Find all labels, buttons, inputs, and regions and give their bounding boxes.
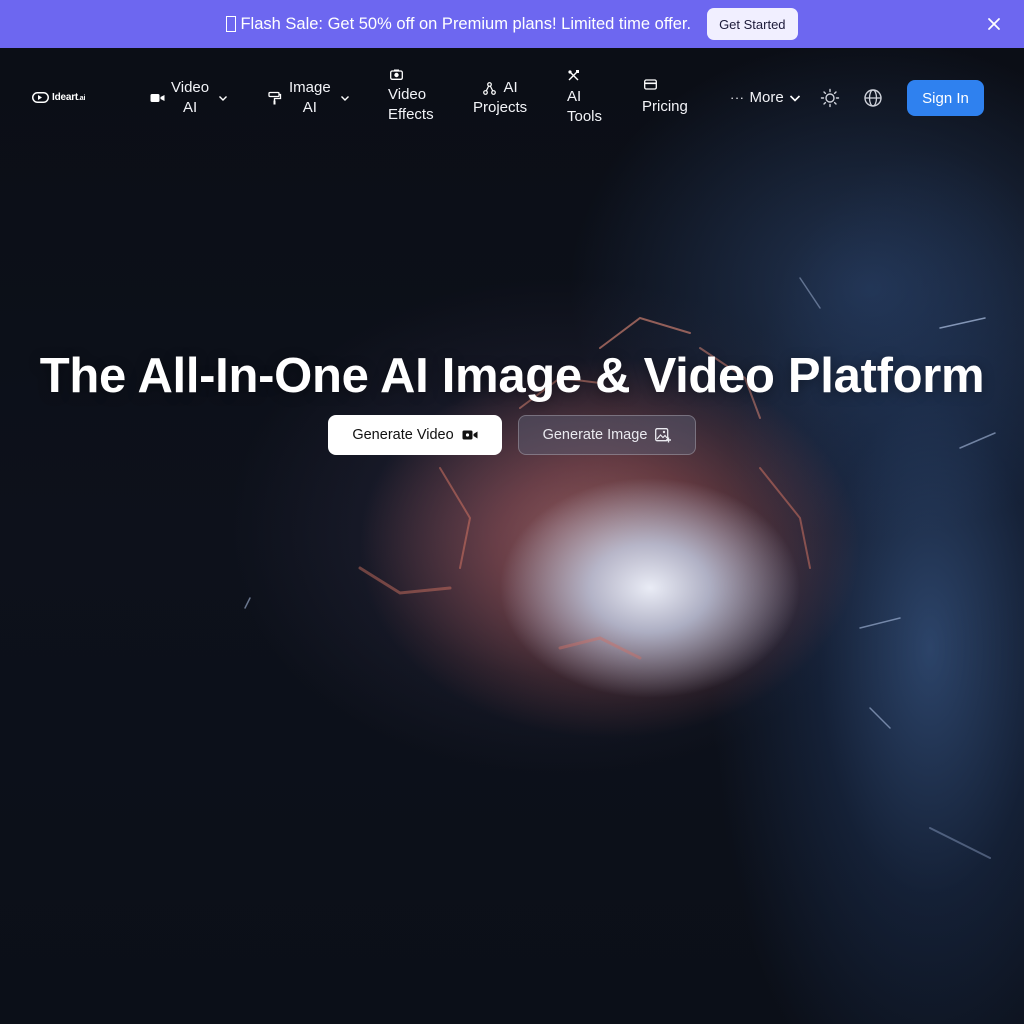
brand-name: Ideart (52, 92, 79, 103)
nav-image-ai-line2: AI (302, 99, 317, 116)
top-navigation: Ideart.ai Video AI Image AI Video Effect… (0, 48, 1024, 148)
generate-video-button[interactable]: Generate Video (328, 415, 502, 455)
nav-image-ai[interactable]: Image AI (268, 78, 350, 118)
chevron-down-icon (340, 96, 349, 101)
camera-icon (390, 69, 403, 80)
nav-ai-tools[interactable]: AI Tools (567, 69, 602, 127)
nav-ai-projects-line2: Projects (473, 99, 528, 116)
nav-video-ai-line2: AI (182, 99, 198, 116)
paint-roller-icon (268, 91, 282, 105)
credit-card-icon (644, 79, 657, 90)
get-started-button[interactable]: Get Started (707, 8, 798, 40)
nav-ai-tools-line1: AI (567, 88, 582, 105)
brand-suffix: .ai (78, 95, 86, 102)
nav-more[interactable]: ··· More (730, 88, 801, 108)
globe-icon[interactable] (863, 88, 883, 108)
video-camera-icon (150, 94, 165, 102)
generate-video-label: Generate Video (352, 427, 454, 443)
chevron-down-icon (789, 95, 800, 102)
nav-image-ai-line1: Image (289, 79, 331, 96)
hero-background-image (0, 48, 1024, 1024)
sign-in-button[interactable]: Sign In (907, 80, 984, 116)
close-icon[interactable] (986, 16, 1002, 32)
nav-video-ai-line1: Video (171, 79, 210, 96)
nav-video-effects-line2: Effects (388, 106, 434, 123)
nav-video-effects-line1: Video (388, 86, 427, 103)
nav-video-effects[interactable]: Video Effects (388, 69, 434, 125)
video-camera-icon (462, 429, 478, 441)
nav-ai-projects-line1: AI (503, 79, 518, 96)
nav-ai-projects[interactable]: AI Projects (473, 78, 527, 118)
brand-logo[interactable]: Ideart.ai (32, 92, 85, 103)
promo-text: Flash Sale: Get 50% off on Premium plans… (240, 14, 692, 33)
missing-glyph-icon (226, 16, 237, 32)
image-add-icon (655, 427, 672, 443)
network-icon (482, 81, 496, 95)
promo-text-wrap: Flash Sale: Get 50% off on Premium plans… (226, 15, 691, 34)
generate-image-button[interactable]: Generate Image (518, 415, 696, 455)
chevron-down-icon (219, 96, 228, 101)
logo-icon (32, 92, 49, 103)
generate-image-label: Generate Image (542, 427, 648, 443)
ellipsis-icon: ··· (730, 90, 745, 105)
nav-video-ai[interactable]: Video AI (150, 78, 228, 118)
tools-icon (568, 70, 579, 81)
promo-banner: Flash Sale: Get 50% off on Premium plans… (0, 0, 1024, 48)
nav-more-label: More (749, 89, 784, 106)
hero-title: The All-In-One AI Image & Video Platform (39, 349, 985, 403)
sun-icon[interactable] (820, 88, 840, 108)
nav-pricing[interactable]: Pricing (642, 79, 688, 117)
nav-ai-tools-line2: Tools (567, 108, 603, 125)
nav-pricing-label: Pricing (642, 98, 688, 115)
